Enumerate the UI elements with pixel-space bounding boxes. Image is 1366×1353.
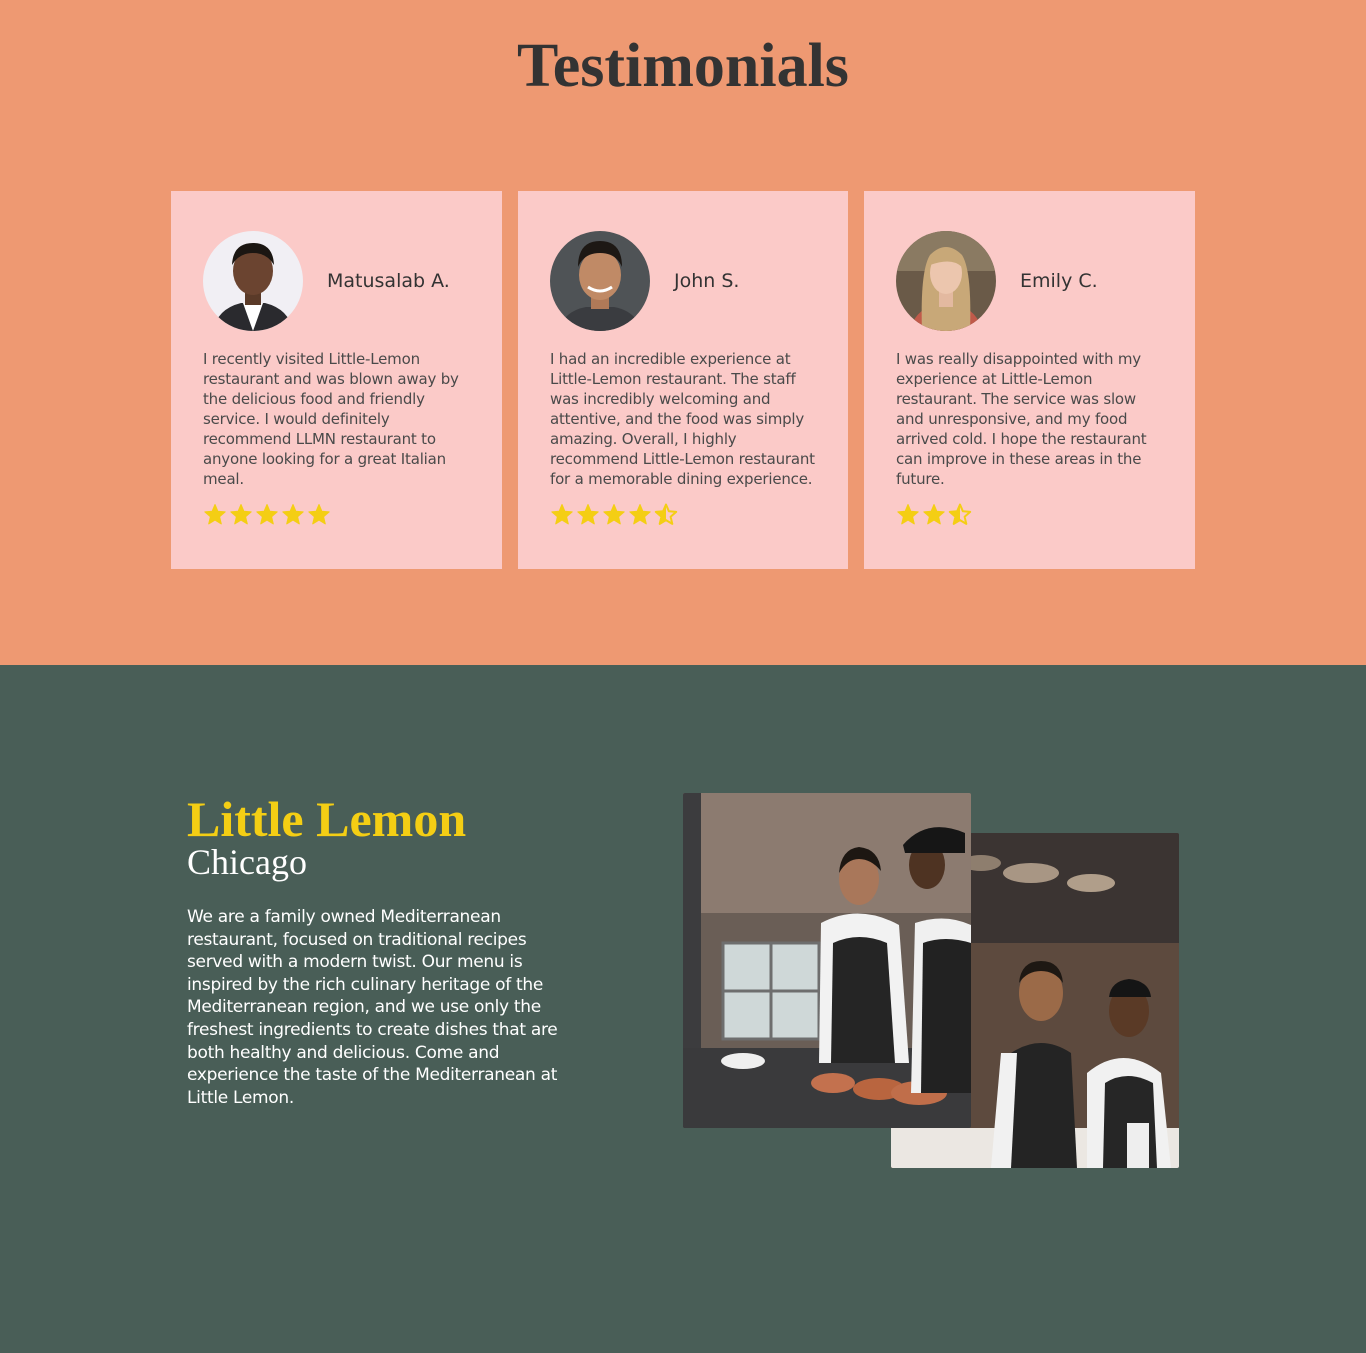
reviewer-name: Matusalab A. — [327, 270, 450, 292]
testimonial-card: Matusalab A. I recently visited Little-L… — [171, 191, 502, 569]
star-icon — [629, 504, 651, 525]
about-section: Little Lemon Chicago We are a family own… — [0, 665, 1366, 1353]
testimonials-section: Testimonials Matusalab A. I recently vis… — [0, 0, 1366, 665]
about-description: We are a family owned Mediterranean rest… — [187, 907, 558, 1108]
about-subtitle: Chicago — [187, 842, 307, 882]
chefs-cooking-photo — [683, 793, 971, 1128]
star-icon — [282, 504, 304, 525]
star-icon — [897, 504, 919, 525]
star-icon — [577, 504, 599, 525]
card-header: Emily C. — [896, 231, 1163, 331]
review-text: I was really disappointed with my experi… — [896, 350, 1147, 488]
testimonial-card: Emily C. I was really disappointed with … — [864, 191, 1195, 569]
half-star-icon — [654, 503, 678, 525]
star-icon — [204, 504, 226, 525]
star-icon — [551, 504, 573, 525]
star-rating — [896, 503, 1163, 531]
review-text: I had an incredible experience at Little… — [550, 350, 815, 488]
star-icon — [308, 504, 330, 525]
avatar — [550, 231, 650, 331]
star-rating — [550, 503, 816, 531]
card-header: John S. — [550, 231, 816, 331]
card-header: Matusalab A. — [203, 231, 470, 331]
star-icon — [603, 504, 625, 525]
avatar — [896, 231, 996, 331]
reviewer-name: Emily C. — [1020, 270, 1098, 292]
half-star-icon — [948, 503, 972, 525]
testimonial-card: John S. I had an incredible experience a… — [518, 191, 848, 569]
star-rating — [203, 503, 470, 531]
avatar — [203, 231, 303, 331]
star-icon — [230, 504, 252, 525]
star-icon — [256, 504, 278, 525]
reviewer-name: John S. — [674, 270, 740, 292]
star-icon — [923, 504, 945, 525]
review-text: I recently visited Little-Lemon restaura… — [203, 350, 459, 488]
about-title: Little Lemon — [187, 791, 467, 847]
testimonials-title: Testimonials — [517, 32, 849, 100]
